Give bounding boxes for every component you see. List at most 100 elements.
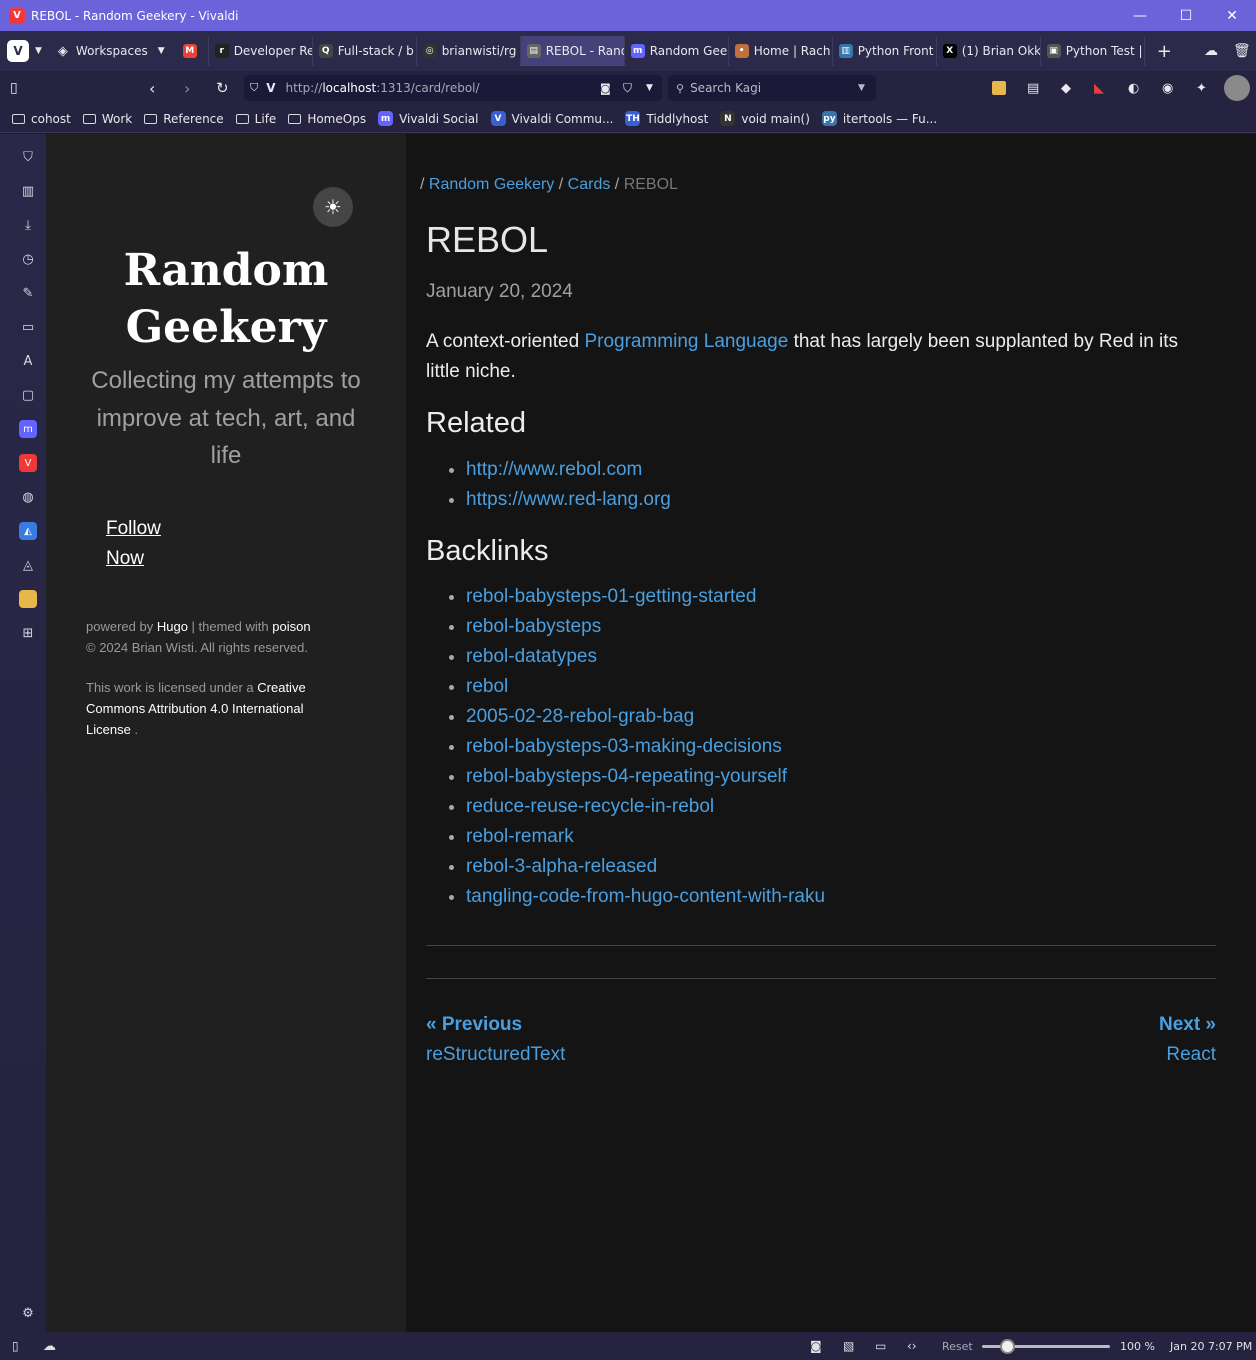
add-web-panel-icon[interactable]: ⊞ <box>19 624 37 642</box>
bookmark-icon[interactable]: ⛉ <box>623 81 632 96</box>
sync-status-icon[interactable]: ☁ <box>43 1332 56 1360</box>
url-dropdown-icon[interactable]: ▼ <box>646 83 653 93</box>
breadcrumb-home-link[interactable]: Random Geekery <box>429 176 554 193</box>
next-title[interactable]: React <box>1166 1044 1216 1065</box>
panel-toggle-status-icon[interactable]: ▯ <box>12 1332 19 1360</box>
vivaldi-menu-button[interactable]: V <box>7 40 29 62</box>
list-item-link[interactable]: rebol-babysteps-03-making-decisions <box>466 736 782 757</box>
search-field[interactable]: ⚲ Search Kagi ▼ <box>668 75 876 101</box>
mastodon-panel-icon[interactable]: m <box>19 420 37 438</box>
web-panel-arrow-icon[interactable]: ◬ <box>19 556 37 574</box>
minimize-button[interactable]: — <box>1117 0 1163 31</box>
reload-button[interactable]: ↻ <box>216 79 229 97</box>
list-item-link[interactable]: rebol-babysteps <box>466 616 601 637</box>
notes-icon[interactable]: ✎ <box>19 284 37 302</box>
list-item-link[interactable]: rebol-babysteps-04-repeating-yourself <box>466 766 787 787</box>
tab-3[interactable]: ◎ brianwisti/rg <box>417 36 521 66</box>
theme-toggle-button[interactable]: ☀ <box>313 187 353 227</box>
bookmarks-panel-icon[interactable]: ⛉ <box>19 148 37 166</box>
list-item-link[interactable]: https://www.red-lang.org <box>466 489 671 510</box>
list-item-link[interactable]: http://www.rebol.com <box>466 459 642 480</box>
tab-7[interactable]: ▥ Python Front <box>833 36 937 66</box>
next-label[interactable]: Next » <box>1159 1010 1216 1040</box>
close-window-button[interactable]: ✕ <box>1209 0 1255 31</box>
vivaldi-logo-icon[interactable]: V <box>9 7 25 24</box>
bookmark-8[interactable]: Nvoid main() <box>720 111 810 126</box>
workspaces-chevron-icon[interactable]: ▼ <box>158 46 165 56</box>
back-button[interactable]: ‹ <box>149 79 155 98</box>
zoom-slider[interactable] <box>982 1339 1110 1354</box>
poison-link[interactable]: poison <box>272 619 310 634</box>
window-panel-icon[interactable]: ▭ <box>19 318 37 336</box>
zoom-slider-knob[interactable] <box>1000 1339 1015 1354</box>
bookmark-5[interactable]: m Vivaldi Social <box>378 111 479 126</box>
list-item-link[interactable]: 2005-02-28-rebol-grab-bag <box>466 706 694 727</box>
list-item-link[interactable]: reduce-reuse-recycle-in-rebol <box>466 796 714 817</box>
tab-8[interactable]: X (1) Brian Okk <box>937 36 1041 66</box>
bookmark-2[interactable]: Reference <box>144 112 224 126</box>
bookmark-1[interactable]: Work <box>82 112 132 126</box>
list-item-link[interactable]: rebol <box>466 676 508 697</box>
zoom-level[interactable]: 100 % <box>1120 1332 1155 1360</box>
next-page-link[interactable]: Next » React <box>1159 1010 1216 1070</box>
bookmark-9[interactable]: py itertools — Fu... <box>821 111 937 126</box>
page-actions-icon[interactable]: ‹› <box>907 1332 917 1360</box>
programming-language-link[interactable]: Programming Language <box>584 331 788 352</box>
bookmark-0[interactable]: cohost <box>12 112 71 126</box>
images-icon[interactable]: ▧ <box>843 1332 854 1360</box>
hugo-link[interactable]: Hugo <box>157 619 188 634</box>
list-item-link[interactable]: rebol-3-alpha-released <box>466 856 657 877</box>
capture-icon[interactable]: ◙ <box>810 1332 822 1360</box>
trash-icon[interactable]: 🗑 <box>1233 43 1251 59</box>
list-item-link[interactable]: tangling-code-from-hugo-content-with-rak… <box>466 886 825 907</box>
clipboard-icon[interactable]: ▤ <box>1027 81 1039 96</box>
web-panel-yellow-icon[interactable] <box>19 590 37 608</box>
list-item-link[interactable]: rebol-babysteps-01-getting-started <box>466 586 756 607</box>
history-icon[interactable]: ◷ <box>19 250 37 268</box>
follow-now-link[interactable]: Follow Now <box>106 514 161 574</box>
breadcrumb-cards-link[interactable]: Cards <box>568 176 611 193</box>
web-panel-globe-icon[interactable]: ◍ <box>19 488 37 506</box>
previous-label[interactable]: « Previous <box>426 1010 565 1040</box>
translate-icon[interactable]: A <box>19 352 37 370</box>
previous-page-link[interactable]: « Previous reStructuredText <box>426 1010 565 1070</box>
tab-4[interactable]: ▤ REBOL - Rand <box>520 36 625 66</box>
page-tiling-icon[interactable]: ▭ <box>875 1332 886 1360</box>
vivaldi-panel-icon[interactable]: V <box>19 454 37 472</box>
extension-bear-icon[interactable]: ◆ <box>1061 81 1071 96</box>
bookmark-7[interactable]: TH Tiddlyhost <box>625 111 708 126</box>
shield-icon[interactable]: ⛉ <box>250 81 258 95</box>
tab-2[interactable]: Q Full-stack / b <box>313 36 417 66</box>
web-panel-blue-icon[interactable]: ◭ <box>19 522 37 540</box>
downloads-icon[interactable]: ⤓ <box>19 216 37 234</box>
extensions-puzzle-icon[interactable]: ✦ <box>1196 81 1207 96</box>
settings-gear-icon[interactable]: ⚙ <box>19 1304 37 1322</box>
rss-icon[interactable]: ◙ <box>600 82 611 95</box>
extension-1-icon[interactable] <box>992 81 1006 95</box>
chevron-down-icon[interactable]: ▼ <box>35 46 42 56</box>
list-item-link[interactable]: rebol-remark <box>466 826 574 847</box>
sync-cloud-icon[interactable]: ☁ <box>1204 43 1218 59</box>
tab-6[interactable]: • Home | Rach <box>729 36 833 66</box>
zoom-reset-button[interactable]: Reset <box>942 1332 973 1360</box>
search-engine-dropdown-icon[interactable]: ▼ <box>858 83 865 93</box>
workspaces-button[interactable]: Workspaces <box>76 44 148 58</box>
url-field[interactable]: ⛉ V http://localhost:1313/card/rebol/ ◙ … <box>244 75 662 101</box>
extension-globe-icon[interactable]: ◐ <box>1128 81 1139 96</box>
bookmark-3[interactable]: Life <box>235 112 276 126</box>
bookmark-6[interactable]: V Vivaldi Commu... <box>490 111 613 126</box>
clock[interactable]: Jan 20 7:07 PM <box>1170 1332 1252 1360</box>
tab-5[interactable]: m Random Gee <box>625 36 729 66</box>
chat-icon[interactable]: ▢ <box>19 386 37 404</box>
reading-list-icon[interactable]: ▥ <box>19 182 37 200</box>
tab-0[interactable]: M <box>177 36 209 66</box>
maximize-button[interactable]: ☐ <box>1163 0 1209 31</box>
site-title[interactable]: Random Geekery <box>46 242 406 356</box>
tab-9[interactable]: ▣ Python Test | <box>1041 36 1145 66</box>
bookmark-4[interactable]: HomeOps <box>288 112 366 126</box>
profile-avatar[interactable] <box>1224 75 1250 101</box>
forward-button[interactable]: › <box>184 79 190 98</box>
new-tab-button[interactable]: + <box>1157 41 1172 62</box>
tab-1[interactable]: r Developer Re <box>209 36 313 66</box>
previous-title[interactable]: reStructuredText <box>426 1044 565 1065</box>
